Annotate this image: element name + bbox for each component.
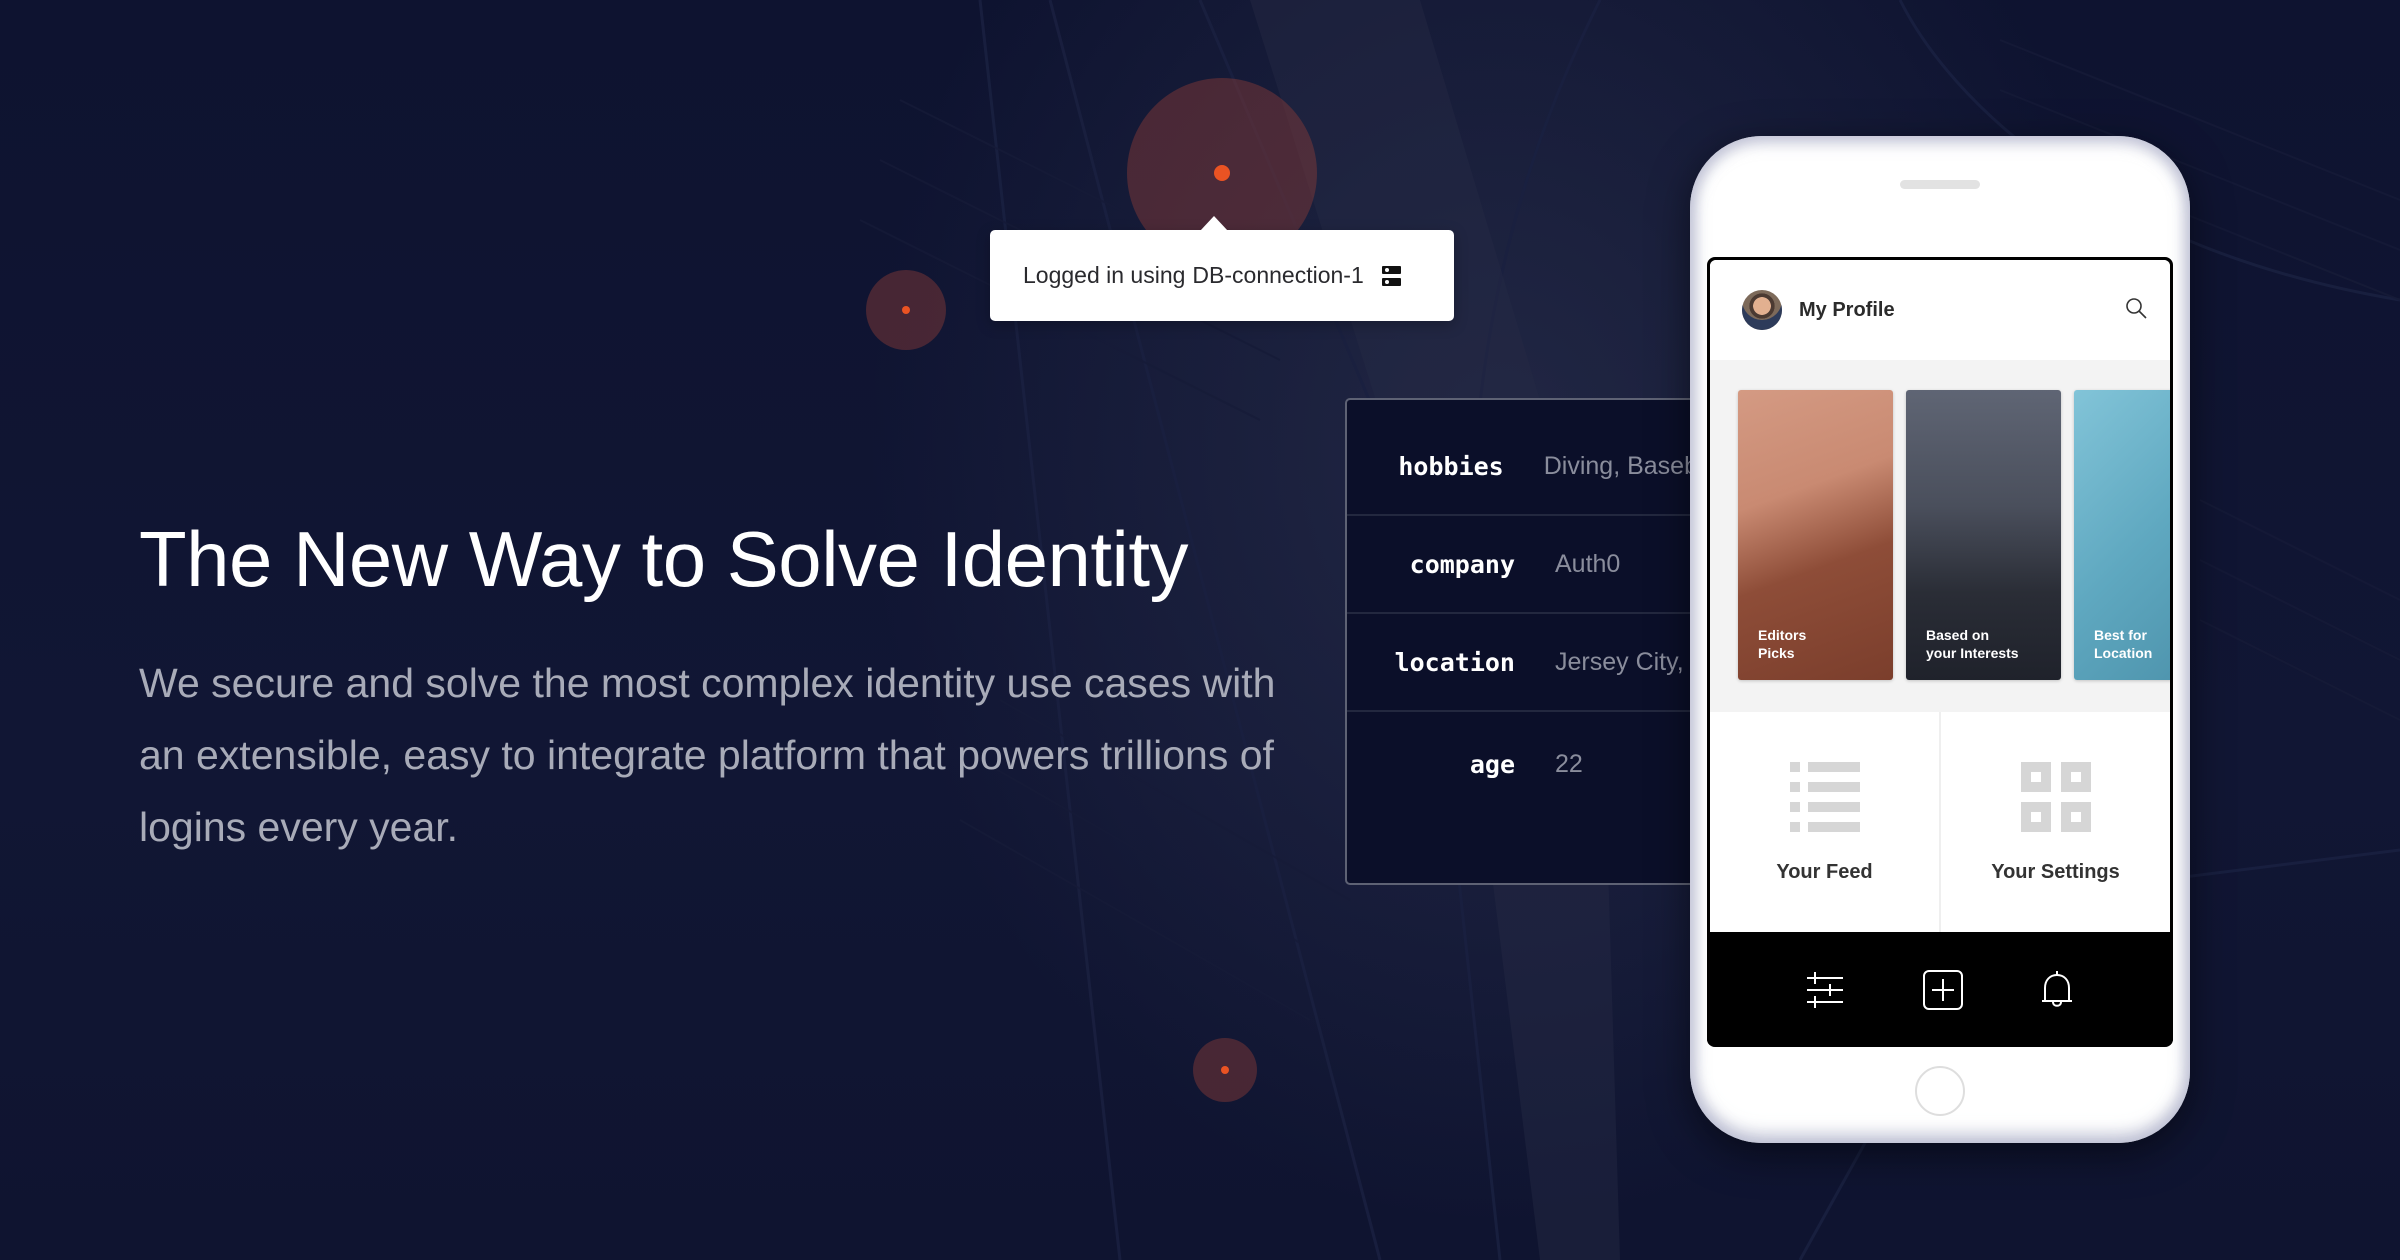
phone-speaker [1900,180,1980,189]
tooltip-prefix: Logged in using [1023,262,1186,288]
hero-description: We secure and solve the most complex ide… [139,660,1276,850]
card-label: Editors [1758,627,1807,643]
menu-tiles: Your Feed Your Settings [1710,712,2170,932]
category-card-location[interactable]: Best for Location [2074,390,2170,680]
tooltip-connection: DB-connection-1 [1192,262,1364,288]
profile-key: age [1469,749,1515,779]
category-card-interests[interactable]: Based on your Interests [1906,390,2061,680]
profile-key: hobbies [1398,451,1504,481]
tile-your-settings[interactable]: Your Settings [1939,712,2170,932]
sliders-icon[interactable] [1806,971,1846,1008]
location-dot [902,306,910,314]
tile-label: Your Feed [1776,860,1873,883]
tile-label: Your Settings [1991,860,2120,883]
phone-screen: My Profile Editors Picks Based on your I… [1707,257,2173,1047]
card-label: Based on [1926,627,1990,643]
app-header: My Profile [1710,260,2170,360]
location-dot [1221,1066,1229,1074]
profile-value: 22 [1555,749,1583,778]
location-ping-small [1193,1038,1257,1102]
phone-mockup: My Profile Editors Picks Based on your I… [1690,136,2190,1143]
add-square-icon[interactable] [1922,969,1963,1010]
profile-row-company: company Auth0 [1347,516,1723,614]
location-dot [1214,165,1230,181]
grid-icon [2020,761,2091,832]
profile-row-location: location Jersey City, NJ [1347,614,1723,712]
profile-row-age: age 22 [1347,712,1723,816]
profile-key: company [1409,549,1515,579]
card-label: your Interests [1926,645,2019,661]
profile-row-hobbies: hobbies Diving, Baseball [1347,418,1723,516]
card-label: Best for [2094,627,2147,643]
tile-your-feed[interactable]: Your Feed [1710,712,1939,932]
hero-title: The New Way to Solve Identity [139,515,1189,604]
bell-icon[interactable] [2040,970,2074,1009]
search-icon[interactable] [2124,296,2148,320]
login-tooltip: Logged in using DB-connection-1 [990,216,1454,321]
database-server-icon [1381,265,1401,286]
profile-key: location [1394,647,1515,677]
profile-value: Auth0 [1555,549,1621,578]
location-ping-small [866,270,946,350]
list-icon [1789,761,1860,832]
card-label: Picks [1758,645,1795,661]
home-button[interactable] [1915,1066,1965,1116]
app-title: My Profile [1799,298,1895,321]
card-label: Location [2094,645,2153,661]
user-profile-card: hobbies Diving, Baseball company Auth0 l… [1345,398,1725,885]
avatar[interactable] [1742,290,1782,330]
bottom-tab-bar [1707,932,2173,1047]
category-carousel: Editors Picks Based on your Interests Be… [1710,360,2170,712]
category-card-editors-picks[interactable]: Editors Picks [1738,390,1893,680]
